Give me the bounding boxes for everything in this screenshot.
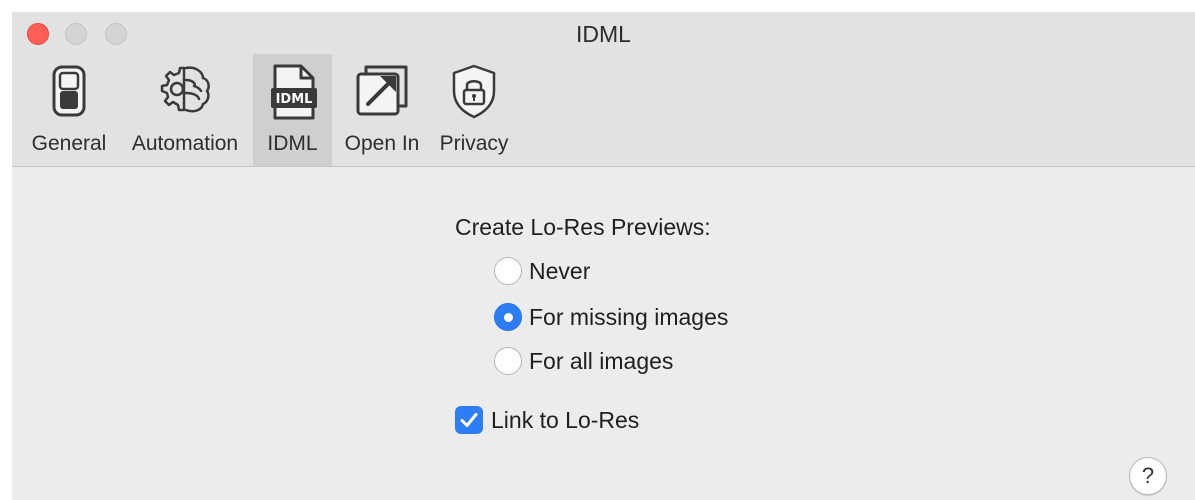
toolbar-item-general[interactable]: General	[14, 54, 124, 166]
toolbar-label-open-in: Open In	[344, 132, 420, 155]
radio-label-never: Never	[529, 257, 591, 284]
brain-gear-icon	[160, 66, 210, 113]
toolbar-item-automation[interactable]: Automation	[124, 54, 246, 166]
toolbar-item-idml[interactable]: IDML IDML	[253, 54, 332, 166]
idml-settings-pane: Create Lo-Res Previews: Never For missin…	[12, 167, 1195, 500]
toolbar-item-open-in[interactable]: Open In	[337, 54, 427, 166]
radio-option-missing-images[interactable]: For missing images	[494, 301, 728, 333]
help-button[interactable]: ?	[1129, 457, 1167, 495]
radio-option-never[interactable]: Never	[494, 255, 590, 287]
radio-label-missing-images: For missing images	[529, 303, 729, 330]
radio-button[interactable]	[494, 347, 522, 375]
preferences-window: IDML General Automation IDML IDML Open I…	[12, 12, 1195, 500]
checkmark-icon	[460, 413, 478, 427]
window-title: IDML	[576, 21, 631, 47]
toolbar-label-automation: Automation	[131, 132, 239, 155]
radio-option-all-images[interactable]: For all images	[494, 345, 673, 377]
link-to-lores-label: Link to Lo-Res	[491, 406, 640, 433]
radio-button[interactable]	[494, 257, 522, 285]
previews-section-title: Create Lo-Res Previews:	[455, 214, 711, 240]
link-to-lores-checkbox[interactable]	[455, 406, 483, 434]
idml-document-icon: IDML	[270, 64, 317, 120]
shield-lock-icon	[452, 64, 496, 119]
toggle-switch-icon	[52, 65, 86, 117]
open-in-arrow-icon	[356, 65, 408, 116]
toolbar-label-general: General	[31, 132, 107, 155]
toolbar-label-idml: IDML	[267, 132, 318, 155]
radio-label-all-images: For all images	[529, 347, 674, 374]
svg-text:IDML: IDML	[275, 92, 312, 107]
titlebar: IDML General Automation IDML IDML Open I…	[12, 12, 1195, 167]
link-to-lores-option[interactable]: Link to Lo-Res	[455, 404, 639, 436]
toolbar-item-privacy[interactable]: Privacy	[430, 54, 518, 166]
radio-button-selected[interactable]	[494, 303, 522, 331]
toolbar-label-privacy: Privacy	[439, 132, 509, 155]
